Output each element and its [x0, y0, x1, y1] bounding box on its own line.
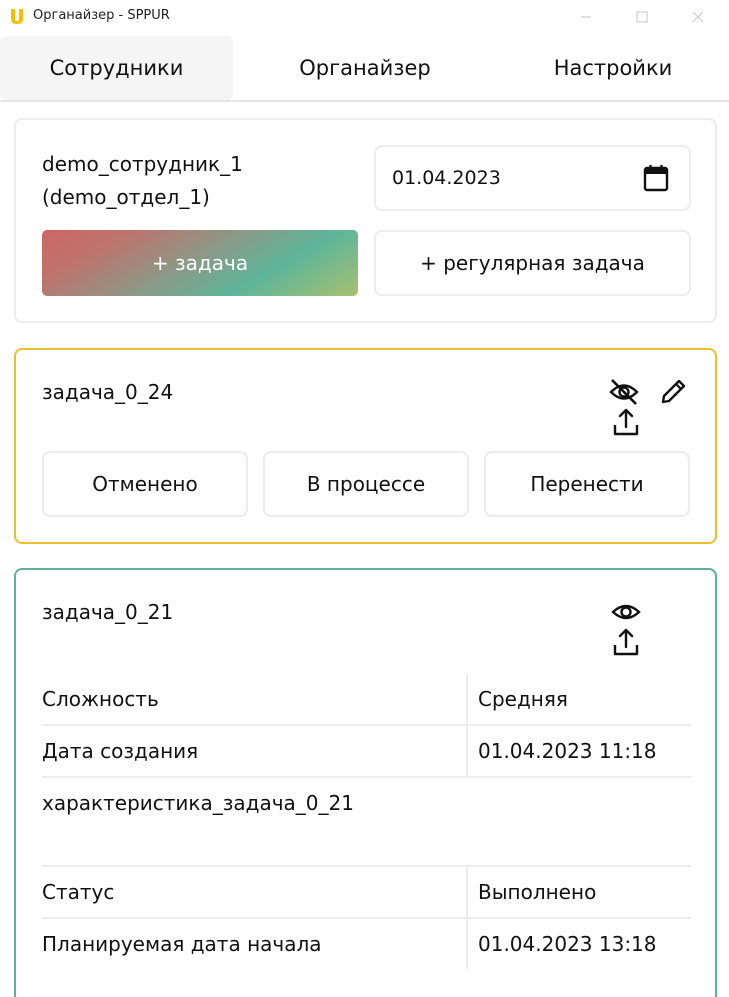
add-regular-task-button[interactable]: + регулярная задача [374, 230, 691, 296]
in-progress-button[interactable]: В процессе [263, 451, 469, 517]
row-key: Статус [42, 880, 115, 904]
add-task-button[interactable]: + задача [42, 230, 358, 296]
task-card-active: задача_0_24 Отменено В процессе Перенест… [14, 348, 717, 544]
task-description: характеристика_задача_0_21 [42, 778, 691, 867]
window-titlebar: Органайзер - SPPUR [0, 0, 729, 34]
table-row: Планируемая дата начала 01.04.2023 13:18 [42, 919, 691, 971]
employee-department-line: (demo_отдел_1) [42, 185, 210, 209]
reschedule-button[interactable]: Перенести [484, 451, 690, 517]
tab-settings[interactable]: Настройки [497, 36, 729, 100]
row-value: Выполнено [466, 867, 691, 917]
row-value: Средняя [466, 674, 691, 724]
app-logo-icon [11, 9, 23, 24]
task-card-done: задача_0_21 Сложность Средняя Дата созда… [14, 568, 717, 997]
employee-name-line: demo_сотрудник_1 [42, 152, 243, 176]
eye-icon[interactable] [610, 596, 642, 628]
maximize-button[interactable] [619, 0, 665, 34]
task-title: задача_0_21 [42, 600, 174, 624]
employee-card: demo_сотрудник_1 (demo_отдел_1) 01.04.20… [14, 118, 717, 323]
share-icon[interactable] [610, 626, 642, 658]
tab-organizer[interactable]: Органайзер [248, 36, 482, 100]
row-value: 01.04.2023 11:18 [466, 726, 691, 776]
pencil-icon[interactable] [657, 376, 689, 408]
date-picker-field[interactable]: 01.04.2023 [374, 145, 691, 211]
calendar-icon[interactable] [643, 164, 669, 192]
share-icon[interactable] [610, 406, 642, 438]
cancelled-button[interactable]: Отменено [42, 451, 248, 517]
table-row: Статус Выполнено [42, 867, 691, 919]
table-row: Дата создания 01.04.2023 11:18 [42, 726, 691, 778]
row-key: Планируемая дата начала [42, 932, 322, 956]
row-key: Сложность [42, 687, 159, 711]
main-tabs: Сотрудники Органайзер Настройки [0, 34, 729, 102]
close-button[interactable] [675, 0, 721, 34]
date-value: 01.04.2023 [392, 167, 501, 189]
row-value: 01.04.2023 13:18 [466, 919, 691, 969]
tab-employees[interactable]: Сотрудники [0, 36, 233, 100]
task-title: задача_0_24 [42, 380, 174, 404]
minimize-button[interactable] [563, 0, 609, 34]
window-title: Органайзер - SPPUR [33, 8, 170, 23]
eye-off-icon[interactable] [608, 376, 640, 408]
table-row: Сложность Средняя [42, 674, 691, 726]
employee-name: demo_сотрудник_1 (demo_отдел_1) [42, 148, 342, 214]
row-key: Дата создания [42, 739, 199, 763]
